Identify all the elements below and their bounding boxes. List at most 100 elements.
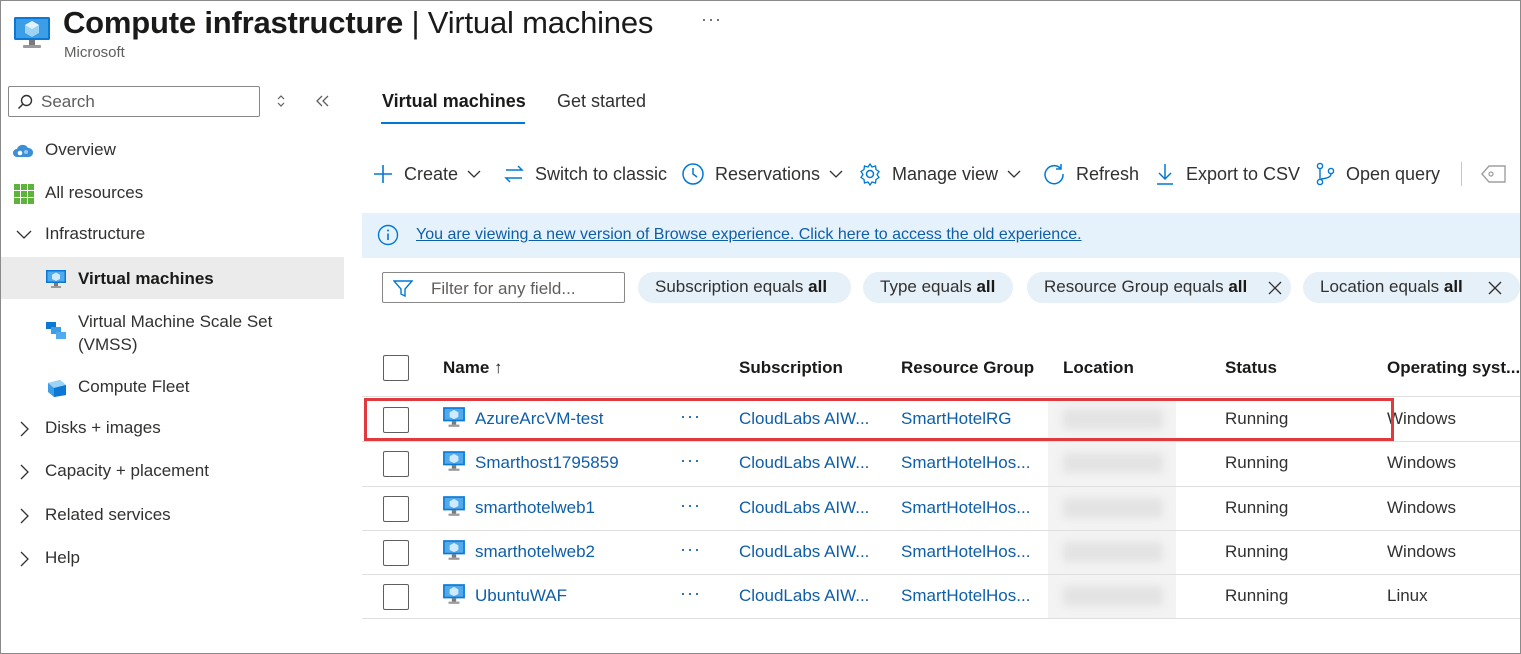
location-redacted (1063, 453, 1163, 473)
toolbar-separator (1461, 162, 1462, 186)
column-header-status[interactable]: Status (1225, 358, 1277, 378)
page-title: Compute infrastructure | Virtual machine… (63, 5, 653, 41)
chevron-right-icon (20, 551, 29, 567)
row-divider (362, 574, 1520, 575)
open-query-button[interactable]: Open query (1314, 160, 1440, 188)
sidebar-item-all-resources[interactable]: All resources (1, 173, 344, 213)
sidebar-item-label: Help (45, 548, 80, 567)
sidebar-item-label: Capacity + placement (45, 461, 209, 480)
pill-op: equals (1173, 277, 1224, 296)
sidebar-item-vmss[interactable]: Virtual Machine Scale Set (VMSS) (1, 306, 344, 358)
select-all-checkbox[interactable] (383, 355, 409, 381)
sidebar-item-label: Overview (45, 140, 116, 159)
tag-icon[interactable] (1479, 162, 1509, 186)
column-header-subscription[interactable]: Subscription (739, 358, 843, 378)
subscription-link[interactable]: CloudLabs AIW... (739, 586, 869, 606)
resource-group-link[interactable]: SmartHotelHos... (901, 586, 1030, 606)
sidebar-item-compute-fleet[interactable]: Compute Fleet (1, 367, 344, 407)
resource-group-link[interactable]: SmartHotelHos... (901, 542, 1030, 562)
plus-icon (374, 165, 392, 183)
row-checkbox[interactable] (383, 451, 409, 477)
filter-input[interactable]: Filter for any field... (382, 272, 625, 303)
resource-group-link[interactable]: SmartHotelHos... (901, 498, 1030, 518)
subscription-link[interactable]: CloudLabs AIW... (739, 542, 869, 562)
sidebar-group-infrastructure[interactable]: Infrastructure (1, 214, 344, 254)
chevron-down-icon (467, 170, 481, 178)
chevron-down-icon (1007, 170, 1021, 178)
row-checkbox[interactable] (383, 496, 409, 522)
row-divider (362, 618, 1520, 619)
sidebar-item-label: Related services (45, 505, 171, 524)
location-redacted (1063, 542, 1163, 562)
filter-pill-subscription[interactable]: Subscription equals all (638, 272, 851, 303)
sidebar-search-input[interactable]: Search (8, 86, 260, 117)
query-branch-icon (1316, 162, 1335, 186)
row-more-button[interactable]: ··· (680, 450, 701, 471)
chevron-right-icon (20, 508, 29, 524)
cloud-icon (13, 144, 34, 157)
download-icon (1157, 164, 1173, 185)
sidebar-group-disks-images[interactable]: Disks + images (1, 408, 344, 448)
row-more-button[interactable]: ··· (680, 495, 701, 516)
row-checkbox[interactable] (383, 540, 409, 566)
os-text: Windows (1387, 498, 1456, 517)
sidebar-group-capacity-placement[interactable]: Capacity + placement (1, 451, 344, 491)
gear-icon (860, 162, 880, 186)
pill-field: Location (1320, 277, 1385, 296)
sidebar-item-overview[interactable]: Overview (1, 130, 344, 170)
refresh-button[interactable]: Refresh (1042, 160, 1139, 188)
column-header-name[interactable]: Name ↑ (443, 358, 503, 378)
resource-group-link[interactable]: SmartHotelHos... (901, 453, 1030, 473)
sidebar-item-label: Disks + images (45, 418, 161, 437)
clock-icon (682, 163, 704, 185)
subscription-link[interactable]: CloudLabs AIW... (739, 453, 869, 473)
vm-icon (46, 270, 66, 288)
create-button[interactable]: Create (372, 160, 482, 188)
tab-get-started[interactable]: Get started (557, 91, 646, 112)
row-more-button[interactable]: ··· (680, 539, 701, 560)
sidebar-item-label: Compute Fleet (78, 377, 190, 396)
export-csv-button[interactable]: Export to CSV (1154, 160, 1300, 188)
column-header-resource-group[interactable]: Resource Group (901, 358, 1034, 378)
sidebar-item-label: Virtual machines (78, 269, 214, 288)
more-options-button[interactable]: ··· (701, 9, 722, 30)
old-experience-link[interactable]: You are viewing a new version of Browse … (416, 226, 1082, 244)
chevron-down-icon (829, 170, 843, 178)
status-text: Running (1225, 542, 1289, 561)
os-text: Linux (1387, 586, 1428, 605)
tab-virtual-machines[interactable]: Virtual machines (382, 91, 526, 112)
column-header-location[interactable]: Location (1063, 358, 1134, 378)
filter-placeholder: Filter for any field... (431, 279, 576, 298)
row-more-button[interactable]: ··· (680, 583, 701, 604)
vm-name-link[interactable]: smarthotelweb2 (475, 542, 595, 562)
sidebar-group-related-services[interactable]: Related services (1, 495, 344, 535)
close-icon[interactable] (1488, 281, 1502, 295)
switch-to-classic-button[interactable]: Switch to classic (503, 160, 667, 188)
sidebar-item-label-line2: (VMSS) (78, 335, 138, 354)
reservations-button[interactable]: Reservations (681, 160, 844, 188)
pill-op: equals (921, 277, 972, 296)
sidebar-group-help[interactable]: Help (1, 538, 344, 578)
page-subtitle: Microsoft (64, 44, 125, 61)
close-icon[interactable] (1268, 281, 1282, 295)
filter-icon (393, 280, 413, 298)
highlight-box (364, 398, 1394, 441)
collapse-sidebar-icon[interactable] (314, 93, 332, 109)
pill-value: all (1443, 277, 1463, 296)
pill-field: Type (880, 277, 917, 296)
sidebar-item-label: All resources (45, 183, 144, 202)
filter-pill-resource-group[interactable]: Resource Group equals all (1027, 272, 1291, 303)
row-checkbox[interactable] (383, 584, 409, 610)
sort-toggle-icon[interactable] (273, 93, 289, 109)
filter-pill-type[interactable]: Type equals all (863, 272, 1013, 303)
filter-pill-location[interactable]: Location equals all (1303, 272, 1520, 303)
active-tab-indicator (381, 122, 525, 124)
chevron-down-icon (16, 230, 32, 239)
vm-name-link[interactable]: UbuntuWAF (475, 586, 567, 606)
vm-name-link[interactable]: smarthotelweb1 (475, 498, 595, 518)
column-header-os[interactable]: Operating syst... (1387, 358, 1520, 378)
sidebar-item-virtual-machines[interactable]: Virtual machines (1, 257, 344, 299)
manage-view-button[interactable]: Manage view (858, 160, 1022, 188)
vm-name-link[interactable]: Smarthost1795859 (475, 453, 619, 473)
subscription-link[interactable]: CloudLabs AIW... (739, 498, 869, 518)
